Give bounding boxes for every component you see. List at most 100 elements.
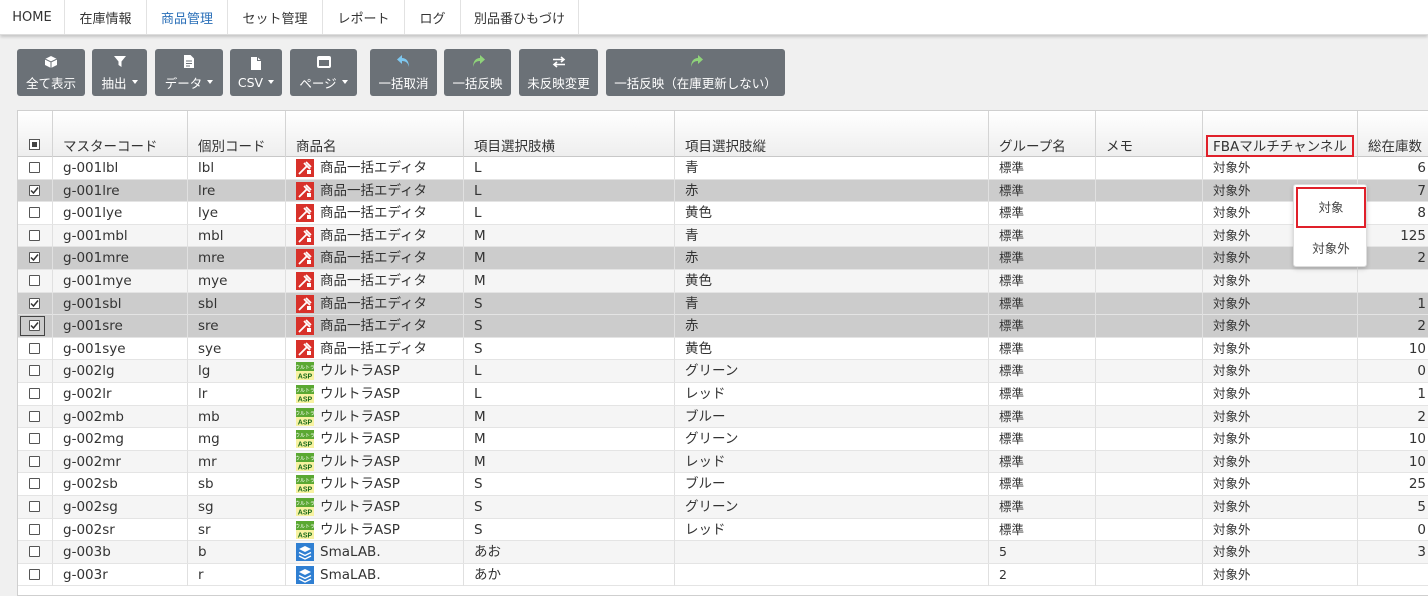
fba-cell[interactable]: 対象外 xyxy=(1203,518,1358,541)
table-row[interactable]: g-002mgmgウルトラASPウルトラASPMグリーン標準対象外10 xyxy=(18,428,1428,451)
memo-cell[interactable] xyxy=(1096,202,1203,225)
table-row[interactable]: g-001mbl mbl 商品一括エディタ M 青標準 対象外 125 xyxy=(18,224,1428,248)
row-checkbox[interactable] xyxy=(29,342,40,354)
row-checkbox[interactable] xyxy=(29,320,40,332)
select-all-checkbox[interactable] xyxy=(29,139,40,150)
table-row[interactable]: g-001sye sye 商品一括エディタ S 黄色 標準 対象外 10 xyxy=(18,337,1428,361)
fba-cell[interactable]: 対象外 xyxy=(1203,270,1358,292)
row-checkbox[interactable] xyxy=(29,523,40,535)
fba-cell[interactable]: 対象外 xyxy=(1203,473,1358,496)
table-row[interactable]: g-001mye mye 商品一括エディタ M 黄色 標準 対象外 xyxy=(18,270,1428,293)
table-row[interactable]: g-002sgsgウルトラASPウルトラASPSグリーン標準対象外5 xyxy=(18,496,1428,519)
table-row[interactable]: g-001mre mre 商品一括エディタ M 赤標準 対象外 2 xyxy=(18,247,1428,270)
row-checkbox[interactable] xyxy=(29,501,40,512)
row-checkbox[interactable] xyxy=(29,546,40,558)
memo-cell[interactable] xyxy=(1096,541,1203,564)
memo-cell[interactable] xyxy=(1096,496,1203,518)
col-option-horizontal[interactable]: 項目選択肢横 xyxy=(464,111,675,157)
memo-cell[interactable] xyxy=(1096,270,1203,292)
fba-cell[interactable]: 対象外 xyxy=(1203,405,1358,428)
table-row[interactable]: g-002mbmbウルトラASPウルトラASPMブルー標準対象外2 xyxy=(18,405,1428,429)
fba-cell[interactable]: 対象外 xyxy=(1203,315,1358,338)
row-checkbox[interactable] xyxy=(29,433,40,445)
nav-product-management[interactable]: 商品管理 xyxy=(147,0,228,34)
fba-cell[interactable]: 対象外 xyxy=(1203,292,1358,315)
col-item-code[interactable]: 個別コード xyxy=(188,111,286,157)
row-checkbox[interactable] xyxy=(29,388,40,399)
table-row[interactable]: g-002sbsbウルトラASPウルトラASPSブルー標準対象外25 xyxy=(18,473,1428,496)
fba-cell[interactable]: 対象外 xyxy=(1203,157,1358,179)
row-checkbox[interactable] xyxy=(29,252,40,264)
csv-button[interactable]: CSV xyxy=(230,49,282,96)
memo-cell[interactable] xyxy=(1096,405,1203,428)
bulk-cancel-button[interactable]: 一括取消 xyxy=(370,49,437,96)
bulk-apply-no-stock-button[interactable]: 一括反映（在庫更新しない） xyxy=(606,49,785,96)
fba-cell[interactable]: 対象外 xyxy=(1203,428,1358,451)
memo-cell[interactable] xyxy=(1096,315,1203,338)
table-row[interactable]: g-002lglgウルトラASPウルトラASPLグリーン標準対象外0 xyxy=(18,360,1428,383)
col-product-name[interactable]: 商品名 xyxy=(286,111,464,157)
memo-cell[interactable] xyxy=(1096,247,1203,270)
memo-cell[interactable] xyxy=(1096,292,1203,315)
bulk-apply-button[interactable]: 一括反映 xyxy=(444,49,511,96)
row-checkbox[interactable] xyxy=(29,455,40,467)
memo-cell[interactable] xyxy=(1096,224,1203,247)
fba-cell[interactable]: 対象外 xyxy=(1203,496,1358,518)
col-master-code[interactable]: マスターコード xyxy=(53,111,188,157)
memo-cell[interactable] xyxy=(1096,179,1203,202)
col-total-stock[interactable]: 総在庫数 xyxy=(1358,111,1428,157)
memo-cell[interactable] xyxy=(1096,428,1203,451)
table-row[interactable]: g-001lbl lbl 商品一括エディタ L 青標準 対象外 6 xyxy=(18,157,1428,180)
row-checkbox[interactable] xyxy=(29,207,40,219)
nav-alt-sku-link[interactable]: 別品番ひもづけ xyxy=(461,0,579,34)
row-checkbox[interactable] xyxy=(29,478,40,490)
table-row[interactable]: g-001sre sre 商品一括エディタ S 赤標準 対象外 2 xyxy=(18,315,1428,338)
row-checkbox[interactable] xyxy=(29,410,40,422)
table-row[interactable]: g-002lrlrウルトラASPウルトラASPLレッド標準対象外1 xyxy=(18,383,1428,406)
memo-cell[interactable] xyxy=(1096,450,1203,473)
memo-cell[interactable] xyxy=(1096,518,1203,541)
fba-cell[interactable]: 対象外 xyxy=(1203,541,1358,564)
col-option-vertical[interactable]: 項目選択肢縦 xyxy=(675,111,989,157)
page-button[interactable]: ページ xyxy=(290,49,357,96)
row-checkbox[interactable] xyxy=(29,297,40,309)
fba-option-target[interactable]: 対象 xyxy=(1296,187,1366,228)
memo-cell[interactable] xyxy=(1096,563,1203,586)
memo-cell[interactable] xyxy=(1096,360,1203,383)
nav-home[interactable]: HOME xyxy=(0,0,65,34)
nav-report[interactable]: レポート xyxy=(323,0,405,34)
extract-button[interactable]: 抽出 xyxy=(92,49,147,96)
fba-cell[interactable]: 対象外 xyxy=(1203,450,1358,473)
row-checkbox[interactable] xyxy=(29,184,40,196)
memo-cell[interactable] xyxy=(1096,473,1203,496)
memo-cell[interactable] xyxy=(1096,337,1203,360)
table-row[interactable]: g-001lre lre 商品一括エディタ L 赤標準 対象外 7 xyxy=(18,179,1428,203)
unapplied-change-button[interactable]: 未反映変更 xyxy=(519,49,598,96)
fba-cell[interactable]: 対象外 xyxy=(1203,360,1358,383)
col-group-name[interactable]: グループ名 xyxy=(989,111,1096,157)
row-checkbox[interactable] xyxy=(29,162,40,173)
table-row[interactable]: g-003b b SmaLAB. あお 5 対象外 3 xyxy=(18,541,1428,564)
data-button[interactable]: データ xyxy=(155,49,223,96)
nav-set-management[interactable]: セット管理 xyxy=(228,0,323,34)
row-select-cell xyxy=(18,224,53,247)
table-row[interactable]: g-001lye lye 商品一括エディタ L 黄色 標準 対象外 8 xyxy=(18,202,1428,225)
row-checkbox[interactable] xyxy=(29,365,40,377)
table-row[interactable]: g-003r r SmaLAB. あか 2 対象外 xyxy=(18,563,1428,587)
show-all-button[interactable]: 全て表示 xyxy=(17,49,85,96)
row-checkbox[interactable] xyxy=(29,275,40,286)
memo-cell[interactable] xyxy=(1096,157,1203,179)
table-row[interactable]: g-001sbl sbl 商品一括エディタ S 青標準 対象外 1 xyxy=(18,292,1428,316)
fba-cell[interactable]: 対象外 xyxy=(1203,383,1358,405)
nav-log[interactable]: ログ xyxy=(405,0,461,34)
table-row[interactable]: g-002srsrウルトラASPウルトラASPSレッド標準対象外0 xyxy=(18,518,1428,542)
fba-cell[interactable]: 対象外 xyxy=(1203,563,1358,586)
fba-option-not-target[interactable]: 対象外 xyxy=(1294,231,1368,267)
col-memo[interactable]: メモ xyxy=(1096,111,1203,157)
table-row[interactable]: g-002mrmrウルトラASPウルトラASPMレッド標準対象外10 xyxy=(18,450,1428,474)
memo-cell[interactable] xyxy=(1096,383,1203,405)
fba-cell[interactable]: 対象外 xyxy=(1203,337,1358,360)
row-checkbox[interactable] xyxy=(29,568,40,580)
nav-stock-info[interactable]: 在庫情報 xyxy=(65,0,147,34)
row-checkbox[interactable] xyxy=(29,229,40,241)
